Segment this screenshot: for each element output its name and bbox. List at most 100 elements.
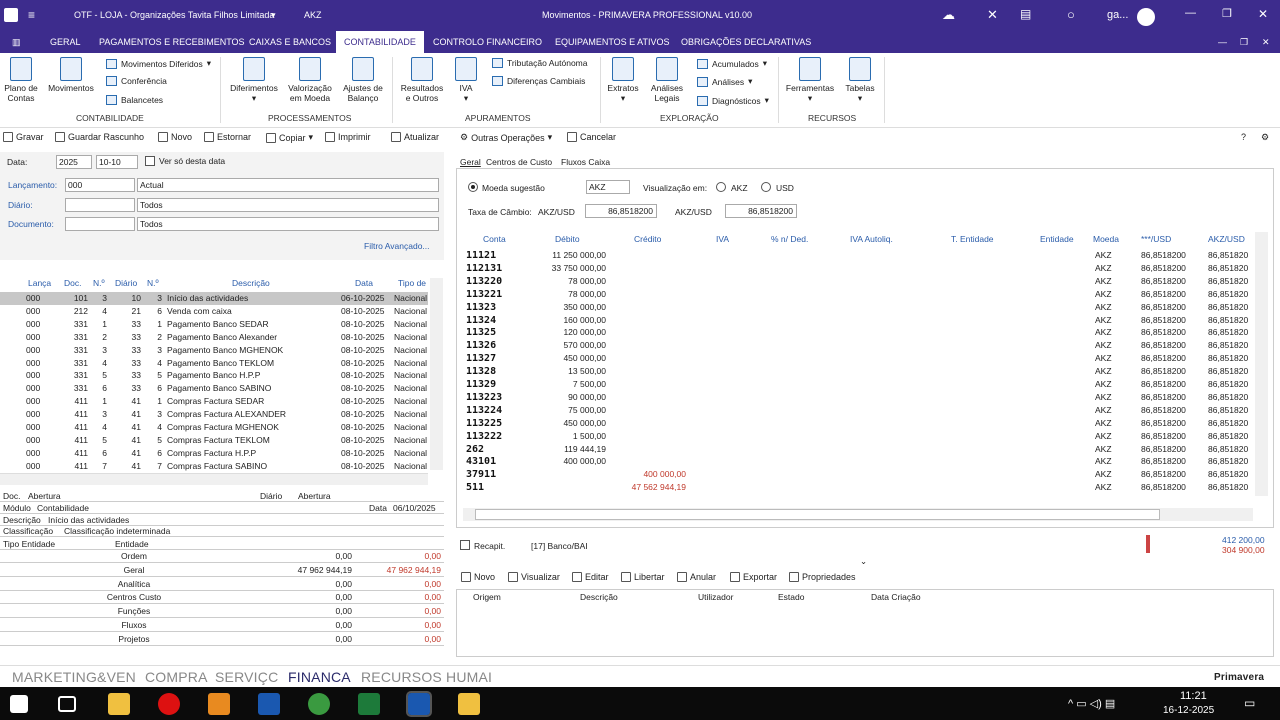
iva-button[interactable]: IVA ▾	[452, 57, 480, 104]
chevron-down-icon[interactable]: ⌄	[860, 556, 867, 567]
clock-date[interactable]: 16-12-2025	[1163, 705, 1214, 716]
excel-icon[interactable]	[358, 693, 380, 715]
tab-obrigacoes[interactable]: OBRIGAÇÕES DECLARATIVAS	[673, 31, 819, 53]
list-row[interactable]: 000 411 6 41 6 Compras Factura H.P.P 08-10-202…	[0, 447, 428, 460]
tab-controlo-financeiro[interactable]: CONTROLO FINANCEIRO	[425, 31, 550, 53]
avatar[interactable]	[1137, 8, 1155, 26]
clock-time[interactable]: 11:21	[1180, 690, 1207, 702]
bottom-tool-0[interactable]: Novo	[461, 572, 495, 582]
usd-radio[interactable]	[761, 182, 771, 192]
resultados-button[interactable]: Resultados e Outros	[398, 57, 446, 103]
ajustes-button[interactable]: Ajustes de Balanço	[340, 57, 386, 103]
grid-col-header[interactable]: Entidade	[1040, 234, 1074, 244]
tab-contabilidade[interactable]: CONTABILIDADE	[336, 31, 424, 53]
tab-geral-right[interactable]: Geral	[460, 157, 481, 167]
task-view-icon[interactable]	[58, 696, 76, 712]
windows-start-icon[interactable]	[10, 695, 28, 713]
tabelas-button[interactable]: Tabelas ▾	[842, 57, 878, 104]
list-row[interactable]: 000 411 7 41 7 Compras Factura SABINO 08-10-20…	[0, 460, 428, 473]
module-financas[interactable]: FINANCA	[288, 669, 351, 685]
company-selector[interactable]: OTF - LOJA - Organizações Tavita Filhos …	[74, 10, 274, 20]
camera-icon[interactable]	[458, 693, 480, 715]
col-data[interactable]: Data	[355, 278, 373, 288]
tab-centros-custo[interactable]: Centros de Custo	[486, 157, 552, 167]
acumulados-button[interactable]: Acumulados ▾	[697, 58, 767, 69]
tab-equipamentos[interactable]: EQUIPAMENTOS E ATIVOS	[547, 31, 678, 53]
ver-so-checkbox[interactable]	[145, 156, 155, 166]
bottom-tool-1[interactable]: Visualizar	[508, 572, 560, 582]
list-row[interactable]: 000 411 3 41 3 Compras Factura ALEXANDER 08-10…	[0, 408, 428, 421]
recapit-checkbox[interactable]	[460, 540, 470, 550]
list-row[interactable]: 000 331 2 33 2 Pagamento Banco Alexander 08-10…	[0, 331, 428, 344]
col-diario[interactable]: Diário	[115, 278, 137, 288]
bottom-col-header[interactable]: Origem	[473, 592, 501, 602]
system-tray-icons[interactable]: ^ ▭ ◁) ▤	[1068, 697, 1115, 710]
primavera-active-icon[interactable]	[406, 691, 432, 717]
grid-col-header[interactable]: Crédito	[634, 234, 661, 244]
list-row[interactable]: 000 212 4 21 6 Venda com caixa 08-10-2025 Nacio…	[0, 305, 428, 318]
rate2-input[interactable]: 86,8518200	[725, 204, 797, 218]
year-stepper[interactable]: 2025	[56, 155, 92, 169]
col-lanca[interactable]: Lança	[28, 278, 51, 288]
analises-legais-button[interactable]: Análises Legais	[648, 57, 686, 103]
grid-col-header[interactable]: Moeda	[1093, 234, 1119, 244]
atualizar-button[interactable]: Atualizar	[391, 132, 439, 142]
maximize-button[interactable]: ❐	[1222, 7, 1232, 20]
imprimir-button[interactable]: Imprimir	[325, 132, 371, 142]
close-button[interactable]: ✕	[1258, 7, 1268, 21]
list-hscrollbar[interactable]	[0, 473, 428, 485]
grid-col-header[interactable]: % n/ Ded.	[771, 234, 808, 244]
moeda-sugestao-radio[interactable]	[468, 182, 478, 192]
valorizacao-button[interactable]: Valorização em Moeda	[286, 57, 334, 103]
help-icon[interactable]: ?	[1241, 132, 1246, 142]
list-row[interactable]: 000 331 1 33 1 Pagamento Banco SEDAR 08-10-202…	[0, 318, 428, 331]
bottom-col-header[interactable]: Utilizador	[698, 592, 733, 602]
list-row[interactable]: 000 331 6 33 6 Pagamento Banco SABINO 08-10-20…	[0, 382, 428, 395]
documento-field[interactable]	[65, 217, 135, 231]
novo-button[interactable]: Novo	[158, 132, 192, 142]
bottom-tool-4[interactable]: Anular	[677, 572, 716, 582]
list-row[interactable]: 000 331 5 33 5 Pagamento Banco H.P.P 08-10-202…	[0, 369, 428, 382]
tab-pagamentos[interactable]: PAGAMENTOS E RECEBIMENTOS	[91, 31, 253, 53]
cancelar-button[interactable]: Cancelar	[567, 132, 616, 142]
copiar-button[interactable]: Copiar ▾	[266, 132, 313, 143]
grid-col-header[interactable]: T. Entidade	[951, 234, 994, 244]
guardar-rascunho-button[interactable]: Guardar Rascunho	[55, 132, 144, 142]
file-explorer-icon[interactable]	[108, 693, 130, 715]
notification-icon[interactable]: ▭	[1244, 696, 1255, 710]
cloud-icon[interactable]: ☁	[942, 7, 955, 23]
grid-col-header[interactable]: Débito	[555, 234, 580, 244]
quick-access-icon[interactable]: ▥	[4, 31, 29, 53]
col-doc[interactable]: Doc.	[64, 278, 81, 288]
grid-col-header[interactable]: Conta	[483, 234, 506, 244]
user-name[interactable]: ga...	[1107, 9, 1128, 21]
ferramentas-button[interactable]: Ferramentas ▾	[784, 57, 836, 104]
tab-geral[interactable]: GERAL	[42, 31, 89, 53]
outras-operacoes-button[interactable]: ⚙ Outras Operações ▾	[460, 132, 552, 143]
bottom-tool-6[interactable]: Propriedades	[789, 572, 856, 582]
opera-icon[interactable]	[158, 693, 180, 715]
extratos-button[interactable]: Extratos ▾	[604, 57, 642, 104]
grid-scrollbar[interactable]	[1255, 232, 1268, 496]
tributacao-button[interactable]: Tributação Autónoma	[492, 58, 587, 68]
analises-button[interactable]: Análises ▾	[697, 76, 752, 87]
tab-caixas-bancos[interactable]: CAIXAS E BANCOS	[241, 31, 339, 53]
filtro-avancado-link[interactable]: Filtro Avançado...	[364, 241, 430, 251]
ribbon-close-icon[interactable]: ✕	[1254, 31, 1278, 53]
bottom-tool-5[interactable]: Exportar	[730, 572, 777, 582]
list-row[interactable]: 000 411 1 41 1 Compras Factura SEDAR 08-10-202…	[0, 395, 428, 408]
minimize-button[interactable]: —	[1185, 7, 1196, 19]
bottom-tool-2[interactable]: Editar	[572, 572, 609, 582]
module-rh[interactable]: RECURSOS HUMAI	[361, 669, 492, 685]
tools-icon[interactable]: ✕	[987, 7, 998, 23]
akz-radio[interactable]	[716, 182, 726, 192]
col-num1[interactable]: N.º	[93, 278, 105, 288]
list-scrollbar[interactable]	[430, 278, 443, 470]
menu-icon[interactable]: ≡	[28, 9, 35, 21]
list-row[interactable]: 000 331 4 33 4 Pagamento Banco TEKLOM 08-10-20…	[0, 357, 428, 370]
diferencas-cambiais-button[interactable]: Diferenças Cambiais	[492, 76, 585, 86]
col-descricao[interactable]: Descrição	[232, 278, 270, 288]
estornar-button[interactable]: Estornar	[204, 132, 251, 142]
bottom-col-header[interactable]: Descrição	[580, 592, 618, 602]
notifications-icon[interactable]: ▤	[1020, 7, 1031, 21]
